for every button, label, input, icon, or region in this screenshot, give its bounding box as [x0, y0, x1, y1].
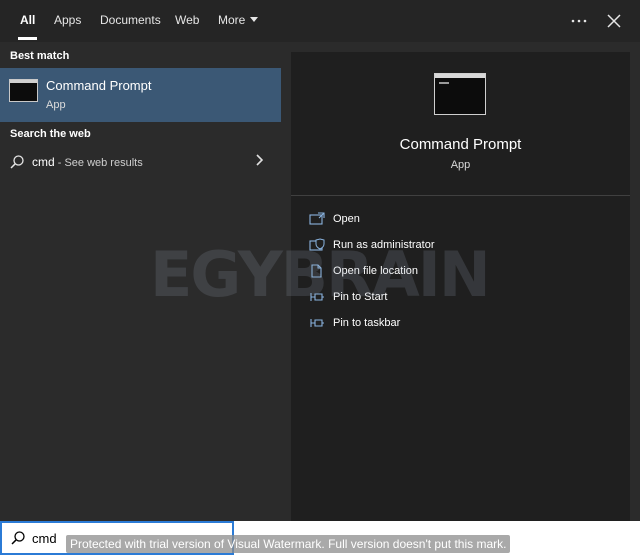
- pin-icon: [310, 319, 324, 327]
- web-result-suffix: - See web results: [54, 157, 143, 169]
- web-result-query: cmd: [32, 155, 55, 169]
- preview-panel: Command Prompt App Open Run as administr…: [291, 52, 630, 521]
- preview-divider: [291, 195, 630, 196]
- tab-more[interactable]: More: [218, 0, 259, 42]
- chevron-down-icon: [250, 17, 259, 23]
- tab-all[interactable]: All: [17, 0, 38, 42]
- file-location-icon: [311, 264, 322, 278]
- action-run-as-admin[interactable]: Run as administrator: [309, 236, 609, 256]
- action-run-as-admin-label: Run as administrator: [333, 239, 435, 251]
- results-list: Best match Command Prompt App Search the…: [0, 42, 283, 521]
- tab-web[interactable]: Web: [175, 0, 199, 42]
- search-icon: [9, 154, 25, 173]
- tab-bar: All Apps Documents Web More: [0, 0, 640, 42]
- action-open-label: Open: [333, 213, 360, 225]
- tab-apps[interactable]: Apps: [54, 0, 81, 42]
- shield-icon: [309, 238, 325, 251]
- action-pin-to-start[interactable]: Pin to Start: [309, 288, 609, 308]
- search-icon: [10, 530, 26, 549]
- action-open[interactable]: Open: [309, 210, 609, 230]
- more-options-icon[interactable]: [567, 9, 591, 33]
- pin-icon: [310, 293, 324, 301]
- tab-documents[interactable]: Documents: [100, 0, 161, 42]
- command-prompt-icon: [9, 79, 38, 102]
- preview-title: Command Prompt: [399, 136, 522, 153]
- best-match-command-prompt[interactable]: Command Prompt App: [0, 68, 281, 122]
- action-pin-to-taskbar[interactable]: Pin to taskbar: [309, 314, 609, 334]
- best-match-heading: Best match: [10, 50, 70, 62]
- close-icon[interactable]: [602, 9, 626, 33]
- command-prompt-large-icon: [434, 73, 486, 115]
- action-open-file-location-label: Open file location: [333, 265, 418, 277]
- chevron-right-icon[interactable]: [254, 152, 264, 173]
- web-result-cmd[interactable]: cmd - See web results: [0, 148, 281, 176]
- search-web-heading: Search the web: [10, 128, 91, 140]
- tab-more-label: More: [218, 13, 246, 27]
- preview-subtitle: App: [450, 159, 471, 171]
- best-match-subtitle: App: [46, 99, 66, 111]
- best-match-title: Command Prompt: [46, 78, 152, 93]
- trial-watermark: Protected with trial version of Visual W…: [66, 535, 511, 553]
- action-open-file-location[interactable]: Open file location: [309, 262, 609, 282]
- action-pin-to-taskbar-label: Pin to taskbar: [333, 317, 401, 329]
- open-icon: [309, 212, 325, 225]
- action-pin-to-start-label: Pin to Start: [333, 291, 388, 303]
